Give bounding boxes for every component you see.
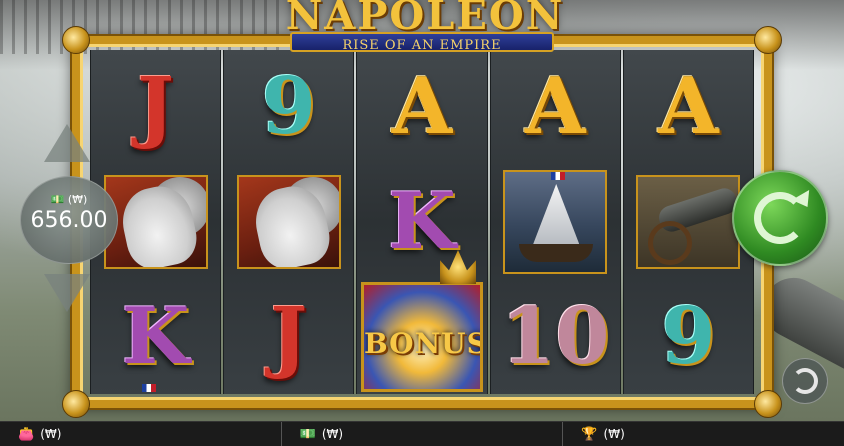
game-subtitle: RISE OF AN EMPIRE (342, 38, 502, 53)
flag-icon (142, 384, 156, 392)
symbol-a: A (658, 61, 719, 152)
subtitle-banner: RISE OF AN EMPIRE (290, 32, 554, 53)
trophy-icon: 🏆 (581, 426, 598, 442)
stake-currency: 💵 (₩) (50, 193, 88, 206)
ship-hull-icon (519, 244, 594, 262)
symbol-cell: J (224, 280, 353, 394)
symbol-j: J (270, 291, 308, 382)
banknote-icon: 💵 (50, 193, 65, 206)
symbol-cell: A (624, 50, 753, 164)
banknote-icon: 💵 (299, 426, 316, 442)
bonus-label: BONUS (364, 327, 483, 360)
symbol-a: A (391, 61, 453, 152)
ship-symbol (503, 170, 608, 274)
balance-section: 👛 (₩) (0, 422, 282, 446)
currency-symbol: ₩ (72, 193, 84, 206)
balance-value: (₩) (40, 427, 62, 441)
symbol-cell (224, 165, 353, 279)
symbol-cell: A (357, 50, 486, 164)
reel-2: 9 J (223, 50, 355, 394)
symbol-cell: 10 (491, 280, 620, 394)
bonus-symbol: BONUS (361, 282, 483, 392)
symbol-cell: BONUS (357, 280, 486, 394)
wallet-icon: 👛 (18, 426, 35, 442)
symbol-k: K (388, 176, 456, 267)
symbol-cell (491, 165, 620, 279)
ship-sail-icon (533, 184, 580, 244)
symbol-9: 9 (261, 61, 316, 152)
symbol-cell: A (491, 50, 620, 164)
spin-button[interactable] (732, 170, 828, 266)
bottom-status-bar: 👛 (₩) 💵 (₩) 🏆 (₩) (0, 421, 844, 446)
win-value: (₩) (603, 427, 625, 441)
frame-ornament-bottom-right (754, 390, 782, 418)
stake-display[interactable]: 💵 (₩) 656.00 (20, 176, 118, 264)
cannon-symbol (636, 175, 741, 269)
frame-ornament-top-left (62, 26, 90, 54)
bet-section: 💵 (₩) (282, 422, 564, 446)
symbol-cell: K (91, 280, 220, 394)
bet-value: (₩) (321, 427, 344, 441)
frame-ornament-top-right (754, 26, 782, 54)
symbol-k: K (121, 291, 190, 382)
symbol-j: J (137, 61, 175, 152)
french-flag-icon (551, 172, 566, 180)
stake-value: 656.00 (30, 208, 108, 233)
symbol-cell: J (91, 50, 220, 164)
horse-symbol (236, 175, 341, 269)
symbol-cell: 9 (624, 280, 753, 394)
horse-symbol (103, 175, 208, 269)
symbol-10: 10 (500, 291, 610, 382)
symbol-cell: K (357, 165, 486, 279)
cannon-wheel-icon (648, 221, 693, 265)
symbol-9: 9 (661, 291, 716, 382)
symbol-a: A (524, 61, 586, 152)
reel-grid: J K 9 J A K BONUS A 10 A 9 (90, 50, 755, 394)
symbol-cell: 9 (224, 50, 353, 164)
stake-decrease-button[interactable] (44, 274, 90, 312)
stake-increase-button[interactable] (44, 124, 90, 162)
win-section: 🏆 (₩) (563, 422, 844, 446)
reel-3: A K BONUS (356, 50, 488, 394)
autoplay-button[interactable] (782, 358, 828, 404)
autoplay-icon (792, 368, 818, 394)
reel-4: A 10 (489, 50, 621, 394)
frame-ornament-bottom-left (62, 390, 90, 418)
